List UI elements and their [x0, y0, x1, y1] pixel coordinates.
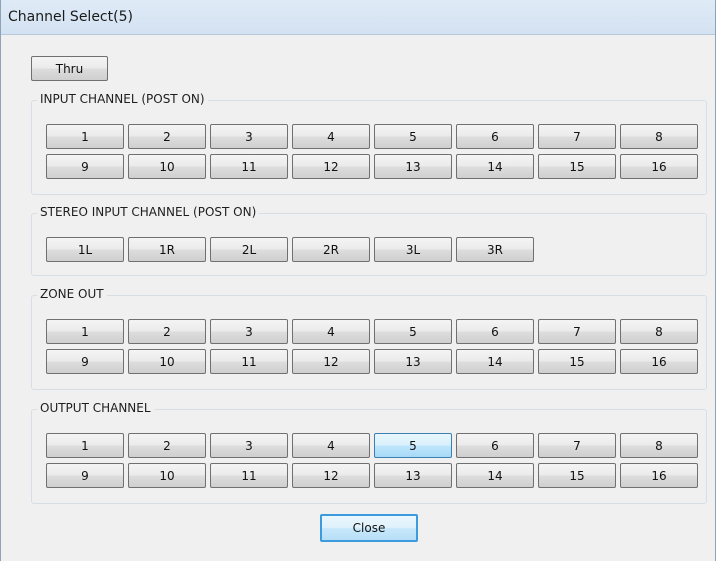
channel-button-1[interactable]: 1	[46, 124, 124, 149]
channel-button-2l[interactable]: 2L	[210, 237, 288, 262]
channel-button-7[interactable]: 7	[538, 433, 616, 458]
channel-button-1[interactable]: 1	[46, 433, 124, 458]
channel-button-14[interactable]: 14	[456, 154, 534, 179]
stereo-input-channel-group: STEREO INPUT CHANNEL (POST ON) 1L 1R 2L 2R 3…	[31, 205, 707, 276]
channel-button-8[interactable]: 8	[620, 319, 698, 344]
title-bar[interactable]: Channel Select(5)	[1, 0, 715, 35]
channel-button-3l[interactable]: 3L	[374, 237, 452, 262]
close-button[interactable]: Close	[320, 514, 418, 542]
channel-button-3[interactable]: 3	[210, 124, 288, 149]
channel-button-16[interactable]: 16	[620, 154, 698, 179]
channel-button-14[interactable]: 14	[456, 463, 534, 488]
input-channel-group: INPUT CHANNEL (POST ON) 1 2 3 4 5 6 7 8 9 10 11 12 1…	[31, 92, 707, 195]
channel-button-11[interactable]: 11	[210, 463, 288, 488]
channel-button-6[interactable]: 6	[456, 433, 534, 458]
channel-button-6[interactable]: 6	[456, 124, 534, 149]
channel-button-13[interactable]: 13	[374, 349, 452, 374]
channel-button-9[interactable]: 9	[46, 154, 124, 179]
channel-button-2r[interactable]: 2R	[292, 237, 370, 262]
channel-button-3[interactable]: 3	[210, 319, 288, 344]
group-label: ZONE OUT	[37, 287, 107, 301]
thru-button[interactable]: Thru	[31, 56, 108, 81]
channel-button-13[interactable]: 13	[374, 154, 452, 179]
channel-button-1r[interactable]: 1R	[128, 237, 206, 262]
channel-button-6[interactable]: 6	[456, 319, 534, 344]
channel-button-3[interactable]: 3	[210, 433, 288, 458]
channel-button-5[interactable]: 5	[374, 319, 452, 344]
channel-button-8[interactable]: 8	[620, 124, 698, 149]
channel-button-4[interactable]: 4	[292, 319, 370, 344]
channel-button-1l[interactable]: 1L	[46, 237, 124, 262]
channel-button-15[interactable]: 15	[538, 154, 616, 179]
channel-button-4[interactable]: 4	[292, 124, 370, 149]
channel-button-10[interactable]: 10	[128, 349, 206, 374]
zone-out-group: ZONE OUT 1 2 3 4 5 6 7 8 9 10 11 12 13 14 15 16	[31, 287, 707, 390]
channel-button-13[interactable]: 13	[374, 463, 452, 488]
channel-button-9[interactable]: 9	[46, 463, 124, 488]
channel-button-4[interactable]: 4	[292, 433, 370, 458]
group-label: OUTPUT CHANNEL	[37, 401, 154, 415]
channel-button-16[interactable]: 16	[620, 349, 698, 374]
channel-button-12[interactable]: 12	[292, 349, 370, 374]
channel-button-10[interactable]: 10	[128, 154, 206, 179]
channel-button-16[interactable]: 16	[620, 463, 698, 488]
channel-button-1[interactable]: 1	[46, 319, 124, 344]
channel-button-15[interactable]: 15	[538, 349, 616, 374]
channel-button-2[interactable]: 2	[128, 124, 206, 149]
channel-button-8[interactable]: 8	[620, 433, 698, 458]
channel-button-2[interactable]: 2	[128, 433, 206, 458]
output-channel-group: OUTPUT CHANNEL 1 2 3 4 5 6 7 8 9 10 11 12 13 14 15 16	[31, 401, 707, 504]
channel-button-14[interactable]: 14	[456, 349, 534, 374]
channel-button-2[interactable]: 2	[128, 319, 206, 344]
channel-button-7[interactable]: 7	[538, 319, 616, 344]
channel-button-11[interactable]: 11	[210, 349, 288, 374]
channel-button-9[interactable]: 9	[46, 349, 124, 374]
channel-button-3r[interactable]: 3R	[456, 237, 534, 262]
channel-button-5[interactable]: 5	[374, 124, 452, 149]
channel-select-window: Channel Select(5) Thru INPUT CHANNEL (PO…	[0, 0, 716, 561]
channel-button-12[interactable]: 12	[292, 463, 370, 488]
group-label: STEREO INPUT CHANNEL (POST ON)	[37, 205, 260, 219]
channel-button-10[interactable]: 10	[128, 463, 206, 488]
channel-button-7[interactable]: 7	[538, 124, 616, 149]
window-title: Channel Select(5)	[8, 9, 133, 25]
channel-button-15[interactable]: 15	[538, 463, 616, 488]
channel-button-11[interactable]: 11	[210, 154, 288, 179]
channel-button-5[interactable]: 5	[374, 433, 452, 458]
group-label: INPUT CHANNEL (POST ON)	[37, 92, 208, 106]
channel-button-12[interactable]: 12	[292, 154, 370, 179]
